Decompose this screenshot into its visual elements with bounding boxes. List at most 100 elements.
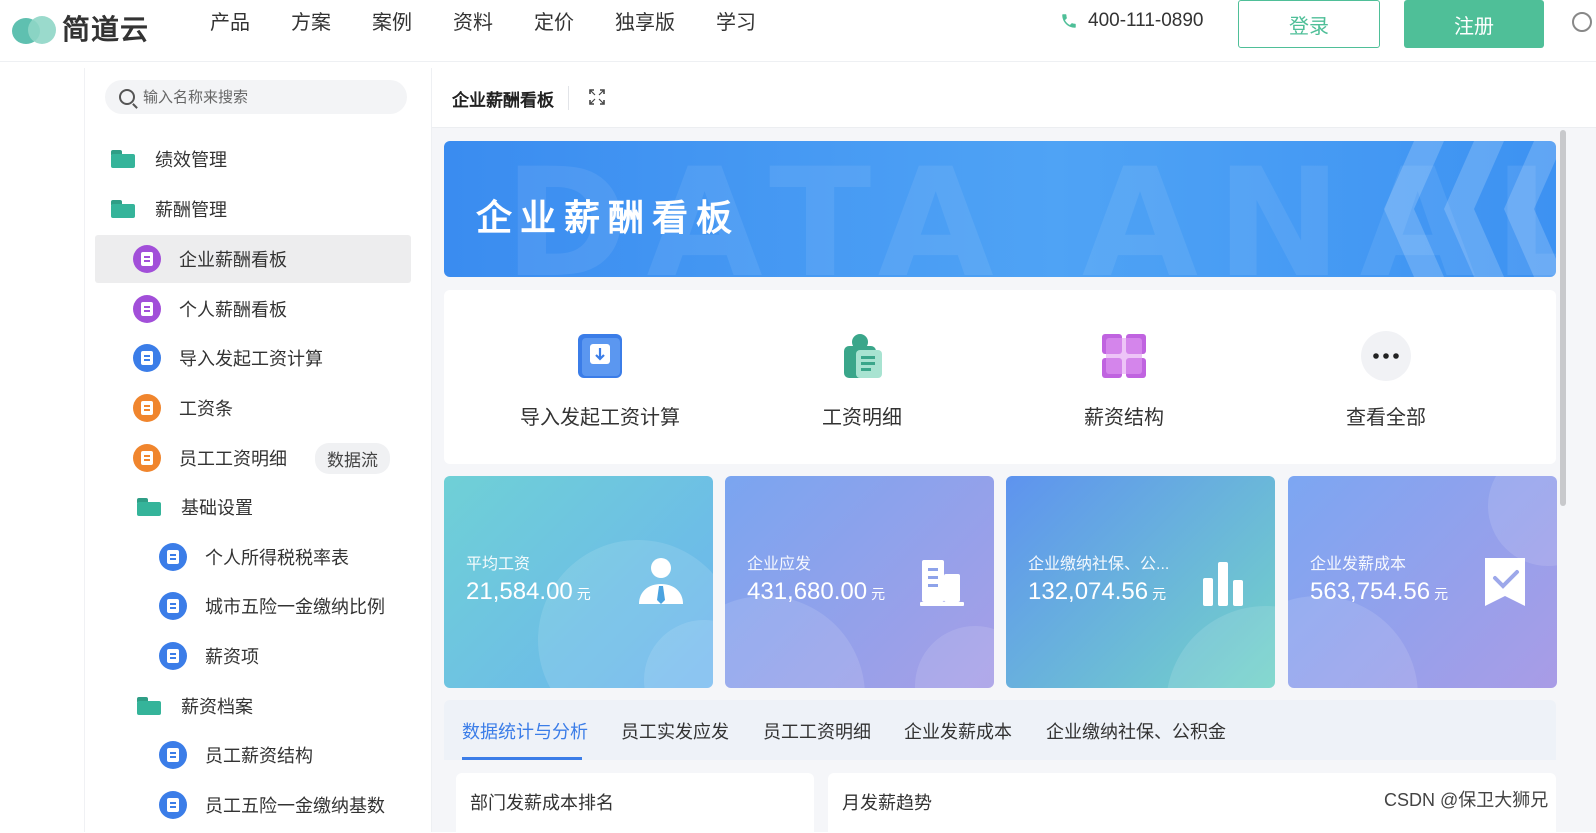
brand-logo[interactable]: 简道云 <box>12 8 149 48</box>
panel-department-ranking: 部门发薪成本排名 <box>456 773 814 833</box>
sidebar-item-tax-table[interactable]: 个人所得税税率表 <box>159 533 349 581</box>
sidebar-item-label: 企业薪酬看板 <box>179 250 287 270</box>
decoration <box>1166 606 1275 688</box>
sidebar-item-insurance-ratio[interactable]: 城市五险一金缴纳比例 <box>159 582 385 630</box>
globe-icon[interactable] <box>1572 12 1592 32</box>
sidebar-item-salary-items[interactable]: 薪资项 <box>159 632 259 680</box>
form-icon <box>159 592 187 620</box>
form-icon <box>159 741 187 769</box>
sidebar-item-salary-structure[interactable]: 员工薪资结构 <box>159 731 313 779</box>
user-icon <box>639 558 683 604</box>
sidebar-item-salary-archive[interactable]: 薪资档案 <box>137 682 253 730</box>
check-badge-icon <box>1485 558 1525 606</box>
shortcut-label: 查看全部 <box>1346 407 1426 429</box>
shortcut-view-all[interactable]: 查看全部 <box>1266 330 1506 430</box>
form-icon <box>159 791 187 819</box>
shortcut-label: 导入发起工资计算 <box>520 407 680 429</box>
register-button[interactable]: 注册 <box>1404 0 1544 48</box>
sidebar-search <box>105 80 407 114</box>
brand-name: 简道云 <box>62 14 150 45</box>
nav-item-pricing[interactable]: 定价 <box>534 10 574 36</box>
shortcut-label: 工资明细 <box>822 407 902 429</box>
tab-social-insurance[interactable]: 企业缴纳社保、公积金 <box>1046 718 1226 744</box>
nav-item-product[interactable]: 产品 <box>210 10 250 36</box>
scrollbar[interactable] <box>1560 130 1566 506</box>
dashboard-icon <box>133 245 161 273</box>
grid-icon <box>1102 334 1146 378</box>
sidebar-item-label: 员工薪资结构 <box>205 746 313 766</box>
sidebar-item-label: 导入发起工资计算 <box>179 349 323 369</box>
sidebar-item-label: 个人薪酬看板 <box>179 300 287 320</box>
banner-title: 企业薪酬看板 <box>476 197 741 238</box>
nav-item-dedicated[interactable]: 独享版 <box>615 10 675 36</box>
shortcut-import-payroll[interactable]: 导入发起工资计算 <box>480 330 720 430</box>
stat-card-social-insurance[interactable]: 企业缴纳社保、公... 132,074.56 元 <box>1006 476 1275 688</box>
sidebar-item-label: 员工五险一金缴纳基数 <box>205 796 385 816</box>
sidebar-item-company-dashboard[interactable]: 企业薪酬看板 <box>95 235 411 283</box>
nav-item-resources[interactable]: 资料 <box>453 10 493 36</box>
tab-payroll-cost[interactable]: 企业发薪成本 <box>904 718 1012 744</box>
shortcut-label: 薪资结构 <box>1084 407 1164 429</box>
sidebar-item-insurance-base[interactable]: 员工五险一金缴纳基数 <box>159 781 385 829</box>
shortcut-salary-details[interactable]: 工资明细 <box>742 330 982 430</box>
panel-title: 部门发薪成本排名 <box>470 793 614 813</box>
tab-actual-payable[interactable]: 员工实发应发 <box>621 718 729 744</box>
sidebar-item-salary-details[interactable]: 员工工资明细 数据流 <box>133 434 390 482</box>
form-icon <box>133 344 161 372</box>
nav-item-solution[interactable]: 方案 <box>291 10 331 36</box>
analysis-tabs: 数据统计与分析 员工实发应发 员工工资明细 企业发薪成本 企业缴纳社保、公积金 <box>444 700 1556 760</box>
sidebar-item-label: 薪资档案 <box>181 697 253 717</box>
building-icon <box>920 560 964 606</box>
sidebar-item-personal-dashboard[interactable]: 个人薪酬看板 <box>133 285 287 333</box>
sidebar-item-import-payroll[interactable]: 导入发起工资计算 <box>133 334 323 382</box>
form-icon <box>159 642 187 670</box>
tab-data-analysis[interactable]: 数据统计与分析 <box>462 718 588 744</box>
import-icon <box>578 334 622 378</box>
phone-icon <box>1062 14 1076 28</box>
decoration <box>1288 596 1418 688</box>
stat-value: 21,584.00 元 <box>466 578 591 605</box>
sidebar-item-label: 个人所得税税率表 <box>205 548 349 568</box>
stat-value: 431,680.00 元 <box>747 578 886 605</box>
stat-value: 132,074.56 元 <box>1028 578 1167 605</box>
sidebar-item-label: 绩效管理 <box>155 150 227 170</box>
sidebar-item-label: 薪酬管理 <box>155 200 227 220</box>
main-content: 企业薪酬看板 DATA ANALYSIS 企业薪酬看板 导入发起工资计算 <box>432 68 1596 833</box>
login-button[interactable]: 登录 <box>1238 0 1380 48</box>
dataflow-badge: 数据流 <box>315 442 390 474</box>
more-icon <box>1361 331 1411 381</box>
stat-label: 企业应发 <box>747 556 812 573</box>
phone-contact[interactable]: 400-111-0890 <box>1060 10 1204 32</box>
document-icon <box>844 334 882 378</box>
sidebar-item-basic-settings[interactable]: 基础设置 <box>137 483 253 531</box>
shortcut-panel: 导入发起工资计算 工资明细 薪资结构 查看全部 <box>444 290 1556 464</box>
sidebar-item-label: 城市五险一金缴纳比例 <box>205 597 385 617</box>
panel-title: 月发薪趋势 <box>842 793 932 813</box>
stat-card-payroll-cost[interactable]: 企业发薪成本 563,754.56 元 <box>1288 476 1557 688</box>
nav-item-case[interactable]: 案例 <box>372 10 412 36</box>
top-nav: 简道云 产品 方案 案例 资料 定价 独享版 学习 400-111-0890 登… <box>0 0 1596 62</box>
fullscreen-icon[interactable] <box>588 88 606 106</box>
stat-card-average-salary[interactable]: 平均工资 21,584.00 元 <box>444 476 713 688</box>
sidebar-item-label: 薪资项 <box>205 647 259 667</box>
folder-icon <box>137 697 161 715</box>
sidebar-item-salary[interactable]: 薪酬管理 <box>111 185 227 233</box>
sidebar-item-payslip[interactable]: 工资条 <box>133 384 233 432</box>
page-tab-title[interactable]: 企业薪酬看板 <box>452 86 554 111</box>
tab-salary-details[interactable]: 员工工资明细 <box>763 718 871 744</box>
stat-card-company-payable[interactable]: 企业应发 431,680.00 元 <box>725 476 994 688</box>
search-input[interactable] <box>143 88 383 106</box>
watermark: CSDN @保卫大狮兄 <box>1384 790 1549 810</box>
form-icon <box>159 543 187 571</box>
active-tab-indicator <box>462 757 582 760</box>
stat-label: 平均工资 <box>466 556 531 573</box>
decoration <box>915 626 994 688</box>
sidebar-item-performance[interactable]: 绩效管理 <box>111 135 227 183</box>
stat-label: 企业发薪成本 <box>1310 556 1407 573</box>
nav-item-learn[interactable]: 学习 <box>716 10 756 36</box>
shortcut-salary-structure[interactable]: 薪资结构 <box>1004 330 1244 430</box>
sidebar: 绩效管理 薪酬管理 企业薪酬看板 个人薪酬看板 导入发起工资计算 工资条 员工工… <box>84 68 432 832</box>
dashboard-icon <box>133 295 161 323</box>
folder-icon <box>111 150 135 168</box>
decoration <box>1488 476 1557 566</box>
